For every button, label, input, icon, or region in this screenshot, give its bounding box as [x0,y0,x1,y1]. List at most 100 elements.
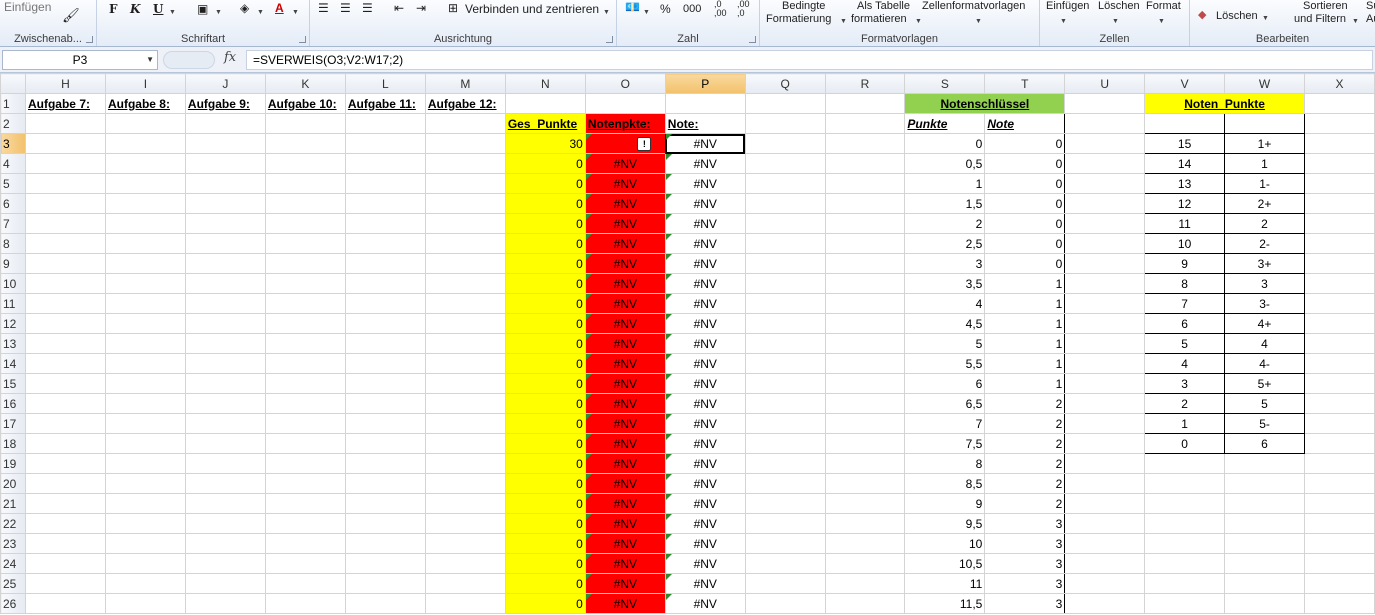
cell-j21[interactable] [184,493,266,514]
cell-j6[interactable] [184,193,266,214]
key-points-cell[interactable]: 9,5 [904,513,986,534]
key-points-cell[interactable]: 3,5 [904,273,986,294]
key-points-cell[interactable]: 2,5 [904,233,986,254]
eraser-icon[interactable]: ◆ [1198,8,1206,22]
cell-x19[interactable] [1303,453,1375,474]
grade-points-cell[interactable]: #NV [584,593,666,614]
cell-m19[interactable] [424,453,506,474]
cell-x22[interactable] [1303,513,1375,534]
cell-j24[interactable] [184,553,266,574]
row-header-9[interactable]: 9 [0,253,26,274]
grade-cell[interactable]: #NV [664,393,746,414]
conditional-formatting-dropdown-icon[interactable]: ▼ [840,15,847,29]
key-points-cell[interactable]: 5 [904,333,986,354]
total-points-cell[interactable]: 0 [504,273,586,294]
cell-r19[interactable] [824,453,906,474]
grade-points-cell[interactable]: #NV [584,173,666,194]
cell-k10[interactable] [264,273,346,294]
cell-u26[interactable] [1064,593,1146,614]
cell-h10[interactable] [24,273,106,294]
cell-x9[interactable] [1303,253,1375,274]
decrease-indent-icon[interactable]: ⇤ [394,1,404,15]
cell-q24[interactable] [744,553,826,574]
cell-u3[interactable] [1064,133,1146,154]
total-points-cell[interactable]: 0 [504,413,586,434]
grade-points-cell[interactable]: #NV [584,513,666,534]
cell-u19[interactable] [1064,453,1146,474]
column-header-x[interactable]: X [1303,73,1375,94]
grade-cell[interactable]: #NV [664,493,746,514]
grade-value-cell[interactable]: 2 [1224,213,1305,234]
cell-i19[interactable] [104,453,186,474]
key-grade-cell[interactable]: 0 [984,173,1066,194]
cell-i24[interactable] [104,553,186,574]
grade-points-cell[interactable]: #NV [584,233,666,254]
cell-l13[interactable] [344,333,426,354]
grade-cell[interactable]: #NV [664,513,746,534]
total-points-header[interactable]: Ges_Punkte [504,113,586,134]
grade-points-cell[interactable]: #NV [584,153,666,174]
cell-r11[interactable] [824,293,906,314]
cell-x3[interactable] [1303,133,1375,154]
brush-icon[interactable]: 🖌 [62,8,80,22]
grade-cell[interactable]: #NV [664,473,746,494]
cell-u24[interactable] [1064,553,1146,574]
cell-m10[interactable] [424,273,506,294]
column-header-v[interactable]: V [1144,73,1226,94]
align-left-icon[interactable]: ☰ [318,1,329,15]
cell-j1[interactable]: Aufgabe 9: [184,93,266,114]
key-grade-cell[interactable]: 1 [984,313,1066,334]
key-points-cell[interactable]: 6 [904,373,986,394]
merge-center-button[interactable]: Verbinden und zentrieren [465,3,599,16]
cell-x26[interactable] [1303,593,1375,614]
cell-m23[interactable] [424,533,506,554]
grade-points-cell[interactable]: #NV [584,413,666,434]
grade-points-col-header[interactable]: Notenpkte: [584,113,666,134]
cell-l5[interactable] [344,173,426,194]
grade-points-cell[interactable]: #NV [584,573,666,594]
cell-k2[interactable] [264,113,346,134]
name-box-dropdown-icon[interactable]: ▼ [146,51,154,69]
cell-k23[interactable] [264,533,346,554]
cell-r20[interactable] [824,473,906,494]
cell-l6[interactable] [344,193,426,214]
key-points-cell[interactable]: 8 [904,453,986,474]
cell-x11[interactable] [1303,293,1375,314]
column-header-r[interactable]: R [824,73,906,94]
key-grade-cell[interactable]: 0 [984,253,1066,274]
cell-l24[interactable] [344,553,426,574]
total-points-cell[interactable]: 0 [504,553,586,574]
cell-q1[interactable] [744,93,826,114]
cell-u16[interactable] [1064,393,1146,414]
key-points-cell[interactable]: 10,5 [904,553,986,574]
format-as-table-line1[interactable]: Als Tabelle [857,0,910,13]
number-dialog-launcher[interactable] [749,36,756,43]
cell-p1[interactable] [664,93,746,114]
border-dropdown-icon[interactable]: ▼ [215,6,222,20]
grade-points-cell[interactable]: #NV [584,393,666,414]
cell-q21[interactable] [744,493,826,514]
cell-r23[interactable] [824,533,906,554]
fill-dropdown-icon[interactable]: ▼ [257,6,264,20]
cell-u25[interactable] [1064,573,1146,594]
key-points-cell[interactable]: 5,5 [904,353,986,374]
cell-i2[interactable] [104,113,186,134]
cell-h3[interactable] [24,133,106,154]
insert-function-icon[interactable]: fx [224,50,236,65]
cell-v23[interactable] [1144,533,1226,554]
cell-styles-button[interactable]: Zellenformatvorlagen [922,0,1025,13]
cell-x24[interactable] [1303,553,1375,574]
cell-o1[interactable] [584,93,666,114]
cell-x2[interactable] [1303,113,1375,134]
cell-r3[interactable] [824,133,906,154]
cell-l15[interactable] [344,373,426,394]
points-value-cell[interactable]: 10 [1144,233,1226,254]
cell-r22[interactable] [824,513,906,534]
grade-cell[interactable]: #NV [664,233,746,254]
cell-j19[interactable] [184,453,266,474]
cell-k20[interactable] [264,473,346,494]
cell-m24[interactable] [424,553,506,574]
column-header-n[interactable]: N [504,73,586,94]
grade-value-cell[interactable]: 4 [1224,333,1305,354]
cell-q6[interactable] [744,193,826,214]
